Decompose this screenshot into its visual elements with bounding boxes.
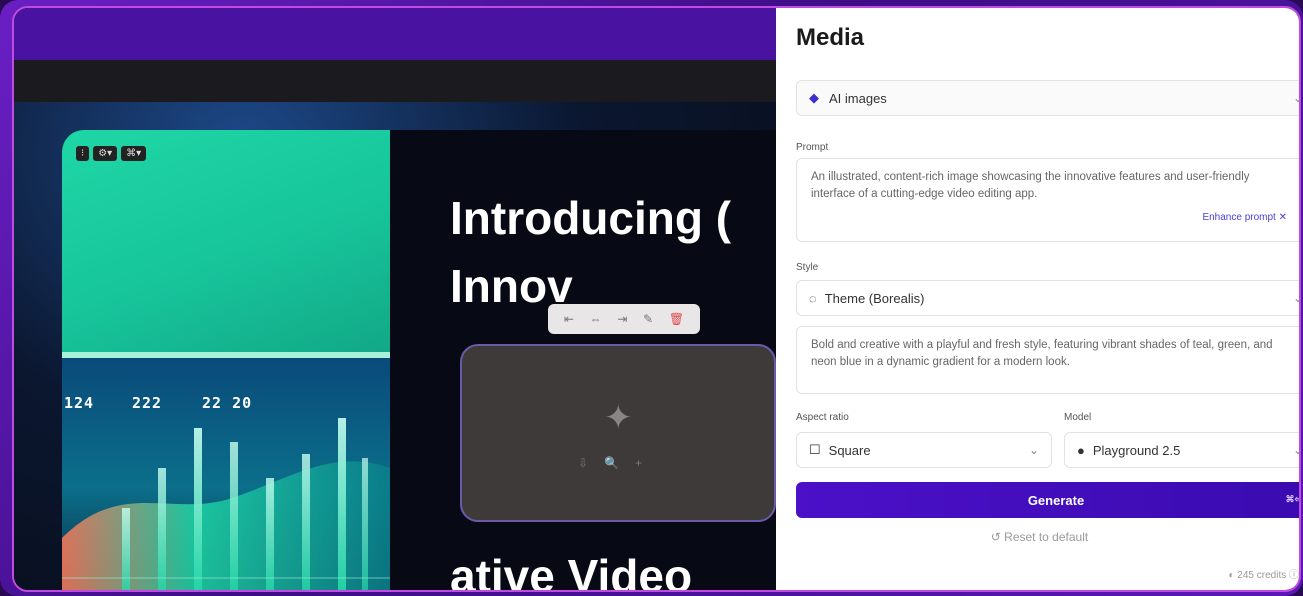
image-tool-handle[interactable]: ⁝ <box>76 146 90 161</box>
image-tool-settings[interactable]: ⚙▾ <box>93 146 118 161</box>
teal-image[interactable] <box>62 130 390 352</box>
ai-icon: ◆ <box>809 90 819 105</box>
image-tools[interactable]: ⁝ ⚙▾ ⌘▾ <box>76 146 147 161</box>
style-description-text: Bold and creative with a playful and fre… <box>811 339 1273 368</box>
upload-icon[interactable]: ⇩ <box>578 456 588 470</box>
source-select-value: AI images <box>829 90 887 106</box>
delete-icon[interactable]: 🗑 <box>669 312 684 326</box>
chart-bar <box>230 442 238 590</box>
chart-bar <box>194 428 202 590</box>
headline-line-3[interactable]: ative Video <box>450 550 692 590</box>
chart-number-2: 222 <box>132 394 163 412</box>
shortcut-badge: ⌘⏎ <box>1285 494 1301 504</box>
aspect-ratio-value: Square <box>828 442 871 458</box>
media-panel: Media ◆ AI images ⌄ Prompt An illustrate… <box>776 8 1301 590</box>
square-icon: ☐ <box>809 442 821 457</box>
generate-button[interactable]: Generate ⌘⏎ <box>796 482 1301 518</box>
floating-toolbar: ⇤ ⇔ ⇥ ✎ 🗑 <box>548 304 700 334</box>
style-select-value: Theme (Borealis) <box>824 290 925 306</box>
chart-number-1: 124 <box>64 394 95 412</box>
chart-bar <box>338 418 346 590</box>
reset-to-default-button[interactable]: ↺ Reset to default <box>776 530 1299 544</box>
model-select[interactable]: ● Playground 2.5 ⌄ <box>1064 432 1299 468</box>
chart-bar <box>266 478 274 590</box>
add-icon[interactable]: + <box>635 456 642 470</box>
chevron-down-icon: ⌄ <box>1293 291 1299 305</box>
aspect-ratio-select[interactable]: ☐ Square ⌄ <box>796 432 1052 468</box>
style-select[interactable]: ◌ Theme (Borealis) ⌄ <box>796 280 1299 316</box>
app-window: ⁝ ⚙▾ ⌘▾ 124 222 22 20 Introducing ( Inno… <box>12 6 1301 592</box>
headline-line-1[interactable]: Introducing ( <box>450 192 731 244</box>
sparkle-icon: ✦ <box>604 399 633 437</box>
prompt-label: Prompt <box>796 142 829 153</box>
style-label: Style <box>796 262 819 273</box>
chart-bar <box>302 454 310 590</box>
image-tool-layout[interactable]: ⌘▾ <box>121 146 147 161</box>
enhance-prompt-link[interactable]: Enhance prompt ✕ <box>1202 212 1287 223</box>
placeholder-actions: ⇩ 🔍 + <box>578 456 642 470</box>
source-select[interactable]: ◆ AI images ⌄ <box>796 80 1299 116</box>
credits-indicator: ◐ 245 credits ⓘ <box>1228 570 1299 581</box>
search-icon[interactable]: 🔍 <box>604 456 619 470</box>
generate-label: Generate <box>1027 492 1085 508</box>
chart-bar <box>362 458 368 590</box>
palette-icon: ◌ <box>809 290 817 306</box>
chart-number-3: 22 20 <box>202 394 253 412</box>
aspect-ratio-label: Aspect ratio <box>796 412 849 423</box>
prompt-input[interactable]: An illustrated, content-rich image showc… <box>796 158 1299 242</box>
align-right-icon[interactable]: ⇥ <box>617 312 627 326</box>
chevron-down-icon: ⌄ <box>1028 443 1039 457</box>
chevron-down-icon: ⌄ <box>1293 91 1299 105</box>
editor-toolbar <box>14 60 776 102</box>
presentation-slide[interactable]: ⁝ ⚙▾ ⌘▾ 124 222 22 20 Introducing ( Inno… <box>62 130 776 590</box>
chart-bar <box>122 508 130 590</box>
editor-area: ⁝ ⚙▾ ⌘▾ 124 222 22 20 Introducing ( Inno… <box>14 8 776 590</box>
chevron-down-icon: ⌄ <box>1293 443 1299 457</box>
align-center-icon[interactable]: ⇔ <box>590 312 602 326</box>
panel-title: Media <box>796 24 865 51</box>
slide-image-column[interactable]: ⁝ ⚙▾ ⌘▾ 124 222 22 20 <box>62 130 390 590</box>
editor-topbar <box>14 8 776 60</box>
prompt-text: An illustrated, content-rich image showc… <box>811 171 1250 200</box>
image-placeholder[interactable]: ✦ ⇩ 🔍 + <box>460 344 776 522</box>
model-label: Model <box>1064 412 1092 423</box>
chart-bar <box>158 468 166 590</box>
model-icon: ● <box>1077 442 1085 458</box>
model-value: Playground 2.5 <box>1092 442 1181 458</box>
style-description[interactable]: Bold and creative with a playful and fre… <box>796 326 1299 394</box>
edit-icon[interactable]: ✎ <box>643 312 653 326</box>
align-left-icon[interactable]: ⇤ <box>564 312 574 326</box>
